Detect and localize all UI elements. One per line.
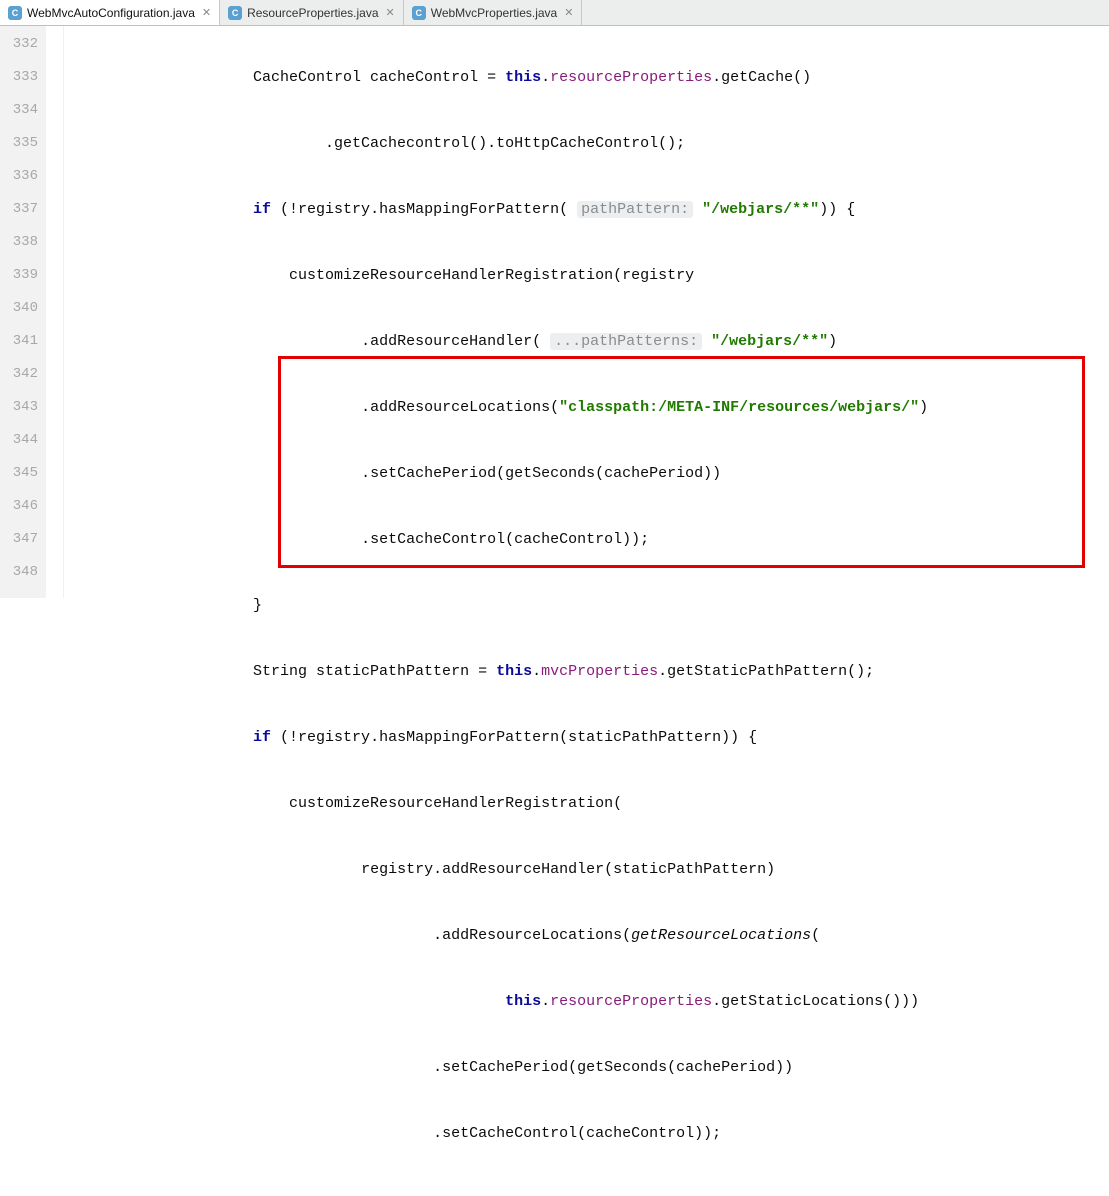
code-area[interactable]: CacheControl cacheControl = this.resourc…: [64, 26, 1109, 598]
line-number: 339: [0, 259, 46, 292]
line-number: 342: [0, 358, 46, 391]
parameter-hint: ...pathPatterns:: [550, 333, 702, 350]
code-line[interactable]: customizeResourceHandlerRegistration(: [64, 787, 1109, 820]
tab-label: ResourceProperties.java: [247, 6, 378, 20]
tab-webmvcproperties[interactable]: C WebMvcProperties.java ✕: [404, 0, 583, 25]
code-line[interactable]: .setCachePeriod(getSeconds(cachePeriod)): [64, 457, 1109, 490]
code-line[interactable]: CacheControl cacheControl = this.resourc…: [64, 61, 1109, 94]
line-number: 348: [0, 556, 46, 589]
line-number: 335: [0, 127, 46, 160]
code-line[interactable]: this.resourceProperties.getStaticLocatio…: [64, 985, 1109, 1018]
code-line[interactable]: }: [64, 589, 1109, 622]
code-editor: 332 333 334 335 336 337 338 339 340 341 …: [0, 26, 1109, 598]
tab-resourceproperties[interactable]: C ResourceProperties.java ✕: [220, 0, 404, 25]
line-number: 346: [0, 490, 46, 523]
code-line[interactable]: .addResourceHandler( ...pathPatterns: "/…: [64, 325, 1109, 358]
code-line[interactable]: registry.addResourceHandler(staticPathPa…: [64, 853, 1109, 886]
line-number: 340: [0, 292, 46, 325]
line-number: 336: [0, 160, 46, 193]
line-number: 347: [0, 523, 46, 556]
code-line[interactable]: .setCachePeriod(getSeconds(cachePeriod)): [64, 1051, 1109, 1084]
java-class-icon: C: [412, 6, 426, 20]
line-number: 332: [0, 28, 46, 61]
java-class-icon: C: [228, 6, 242, 20]
editor-tabs: C WebMvcAutoConfiguration.java ✕ C Resou…: [0, 0, 1109, 26]
line-number: 344: [0, 424, 46, 457]
tab-label: WebMvcAutoConfiguration.java: [27, 6, 195, 20]
line-number: 341: [0, 325, 46, 358]
line-number: 343: [0, 391, 46, 424]
line-number: 345: [0, 457, 46, 490]
code-line[interactable]: .setCacheControl(cacheControl));: [64, 523, 1109, 556]
code-line[interactable]: if (!registry.hasMappingForPattern(stati…: [64, 721, 1109, 754]
parameter-hint: pathPattern:: [577, 201, 693, 218]
fold-column: [46, 26, 64, 598]
tab-label: WebMvcProperties.java: [431, 6, 558, 20]
code-line[interactable]: customizeResourceHandlerRegistration(reg…: [64, 259, 1109, 292]
java-class-icon: C: [8, 6, 22, 20]
line-number: 338: [0, 226, 46, 259]
code-line[interactable]: .addResourceLocations("classpath:/META-I…: [64, 391, 1109, 424]
code-line[interactable]: .addResourceLocations(getResourceLocatio…: [64, 919, 1109, 952]
line-number-gutter: 332 333 334 335 336 337 338 339 340 341 …: [0, 26, 46, 598]
line-number: 334: [0, 94, 46, 127]
fade-edge: [1089, 26, 1109, 598]
tab-webmvcautoconfiguration[interactable]: C WebMvcAutoConfiguration.java ✕: [0, 0, 220, 25]
close-icon[interactable]: ✕: [564, 6, 573, 19]
line-number: 333: [0, 61, 46, 94]
code-line[interactable]: String staticPathPattern = this.mvcPrope…: [64, 655, 1109, 688]
code-line[interactable]: if (!registry.hasMappingForPattern( path…: [64, 193, 1109, 226]
line-number: 337: [0, 193, 46, 226]
code-line[interactable]: .getCachecontrol().toHttpCacheControl();: [64, 127, 1109, 160]
close-icon[interactable]: ✕: [202, 6, 211, 19]
close-icon[interactable]: ✕: [386, 6, 395, 19]
code-line[interactable]: .setCacheControl(cacheControl));: [64, 1117, 1109, 1150]
